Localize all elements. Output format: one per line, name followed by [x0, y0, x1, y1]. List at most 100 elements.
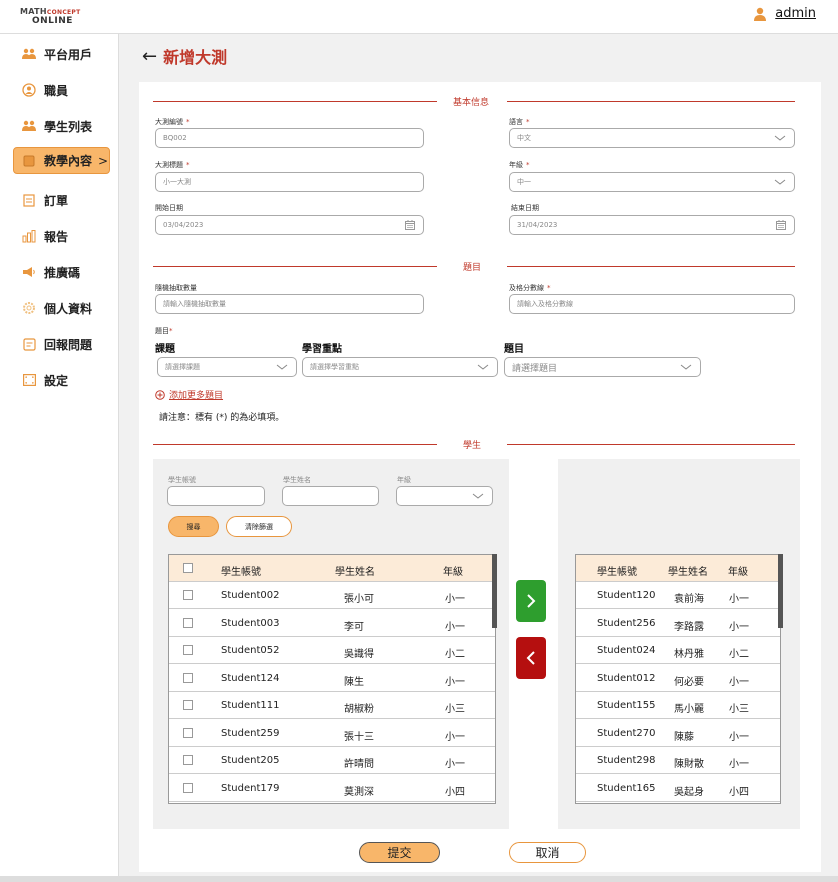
right-table-scrollbar[interactable]: [778, 554, 783, 628]
header-student-name: 學生姓名: [335, 567, 375, 578]
table-row[interactable]: Student002 張小可 小一: [169, 582, 495, 609]
student-name-cell: 張小可: [344, 594, 374, 605]
table-row[interactable]: Student111 胡椒粉 小三: [169, 692, 495, 719]
student-id-cell: Student298: [597, 755, 656, 766]
grade-cell: 小三: [729, 704, 749, 715]
table-row[interactable]: Student205 許晴問 小一: [169, 747, 495, 774]
student-id-cell: Student259: [221, 727, 280, 739]
test-id-input[interactable]: BQ002: [155, 128, 424, 148]
sidebar-item-report-issue[interactable]: 回報問題: [22, 334, 92, 354]
row-checkbox[interactable]: [183, 700, 193, 710]
clear-filter-button[interactable]: 清除篩選: [226, 516, 292, 537]
row-checkbox[interactable]: [183, 645, 193, 655]
filter-student-name-label: 學生姓名: [283, 476, 311, 484]
student-id-cell: Student003: [221, 617, 280, 629]
test-title-input[interactable]: 小一大測: [155, 172, 424, 192]
grade-select[interactable]: 中一: [509, 172, 795, 192]
sidebar-item-label: 回報問題: [44, 337, 93, 352]
questions-label: 題目*: [155, 327, 173, 335]
section-students: 學生: [153, 438, 795, 451]
table-row[interactable]: Student003 李可 小一: [169, 610, 495, 637]
sidebar-item-platform-users[interactable]: 平台用戶: [22, 44, 92, 64]
chevron-left-icon: [526, 651, 535, 665]
table-row[interactable]: Student155 馬小麗 小三: [576, 692, 780, 719]
random-count-input[interactable]: 請輸入隨機抽取數量: [155, 294, 424, 314]
student-name-cell: 胡椒粉: [344, 704, 374, 715]
calendar-icon[interactable]: [405, 220, 415, 230]
back-arrow-icon[interactable]: ←: [142, 46, 157, 67]
students-icon: [22, 119, 36, 133]
plus-circle-icon: [155, 389, 165, 400]
row-checkbox[interactable]: [183, 727, 193, 738]
grade-cell: 小一: [445, 594, 465, 605]
grade-cell: 小一: [729, 731, 749, 743]
table-row[interactable]: Student052 吳識得 小二: [169, 637, 495, 664]
left-table-scrollbar[interactable]: [492, 554, 497, 628]
topic-select[interactable]: 請選擇課題: [157, 357, 297, 377]
select-all-checkbox[interactable]: [183, 563, 193, 573]
table-row[interactable]: Student270 陳藤 小一: [576, 720, 780, 747]
filter-grade-select[interactable]: [396, 486, 493, 506]
table-row[interactable]: Student179 莫測深 小四: [169, 775, 495, 802]
row-checkbox[interactable]: [183, 782, 193, 793]
grade-cell: 小一: [729, 594, 749, 605]
cancel-button[interactable]: 取消: [509, 842, 586, 863]
table-row[interactable]: Student165 吳起身 小四: [576, 775, 780, 802]
header-student-id: 學生帳號: [597, 567, 637, 578]
table-row[interactable]: Student124 陳生 小一: [169, 665, 495, 692]
sidebar-item-profile[interactable]: 個人資料: [22, 298, 92, 318]
start-date-label: 開始日期: [155, 204, 183, 212]
add-more-questions-link[interactable]: 添加更多題目: [155, 388, 223, 401]
student-name-cell: 馬小麗: [674, 704, 704, 715]
grade-cell: 小二: [729, 649, 749, 660]
row-checkbox[interactable]: [183, 672, 193, 683]
table-row[interactable]: Student012 何必要 小一: [576, 665, 780, 692]
section-questions: 題目: [153, 260, 795, 273]
search-button[interactable]: 搜尋: [168, 516, 219, 537]
start-date-input[interactable]: 03/04/2023: [155, 215, 424, 235]
focus-select[interactable]: 請選擇學習重點: [302, 357, 498, 377]
row-checkbox[interactable]: [183, 590, 193, 600]
filter-student-name-input[interactable]: [282, 486, 379, 506]
admin-link[interactable]: admin: [775, 6, 816, 21]
table-row[interactable]: Student024 林丹雅 小二: [576, 637, 780, 664]
sidebar-item-teaching-content[interactable]: 教學內容 >: [13, 147, 110, 174]
pass-score-input[interactable]: 請輸入及格分數線: [509, 294, 795, 314]
row-checkbox[interactable]: [183, 617, 193, 628]
sidebar-item-label: 職員: [44, 83, 69, 98]
grade-cell: 小一: [729, 759, 749, 770]
grade-cell: 小一: [445, 759, 465, 770]
grade-cell: 小一: [729, 621, 749, 633]
sidebar-item-staff[interactable]: 職員: [22, 80, 68, 100]
row-checkbox[interactable]: [183, 755, 193, 765]
staff-icon: [22, 83, 36, 97]
submit-button[interactable]: 提交: [359, 842, 440, 863]
student-id-cell: Student052: [221, 645, 280, 656]
student-id-cell: Student270: [597, 727, 656, 739]
move-left-button[interactable]: [516, 637, 546, 679]
question-select[interactable]: 請選擇題目: [504, 357, 701, 377]
table-row[interactable]: Student256 李路露 小一: [576, 610, 780, 637]
sidebar-item-reports[interactable]: 報告: [22, 226, 68, 246]
end-date-input[interactable]: 31/04/2023: [509, 215, 795, 235]
header-grade: 年級: [443, 567, 463, 578]
filter-student-id-input[interactable]: [167, 486, 265, 506]
language-select[interactable]: 中文: [509, 128, 795, 148]
user-menu[interactable]: admin: [753, 6, 816, 21]
sidebar-item-promo-code[interactable]: 推廣碼: [22, 262, 80, 282]
calendar-icon[interactable]: [776, 220, 786, 230]
sidebar-item-students[interactable]: 學生列表: [22, 116, 92, 136]
sidebar-item-label: 訂單: [44, 193, 69, 208]
table-row[interactable]: Student298 陳財散 小一: [576, 747, 780, 774]
table-row[interactable]: Student259 張十三 小一: [169, 720, 495, 747]
table-row[interactable]: Student120 袁前海 小一: [576, 582, 780, 609]
move-right-button[interactable]: [516, 580, 546, 622]
student-id-cell: Student155: [597, 700, 656, 711]
header-student-id: 學生帳號: [221, 567, 261, 578]
bottom-scrollbar[interactable]: [0, 876, 838, 882]
student-name-cell: 陳藤: [674, 731, 694, 743]
sidebar-item-orders[interactable]: 訂單: [22, 190, 68, 210]
sidebar-item-label: 推廣碼: [44, 265, 81, 280]
student-name-cell: 何必要: [674, 676, 704, 688]
sidebar-item-settings[interactable]: 設定: [22, 370, 68, 390]
